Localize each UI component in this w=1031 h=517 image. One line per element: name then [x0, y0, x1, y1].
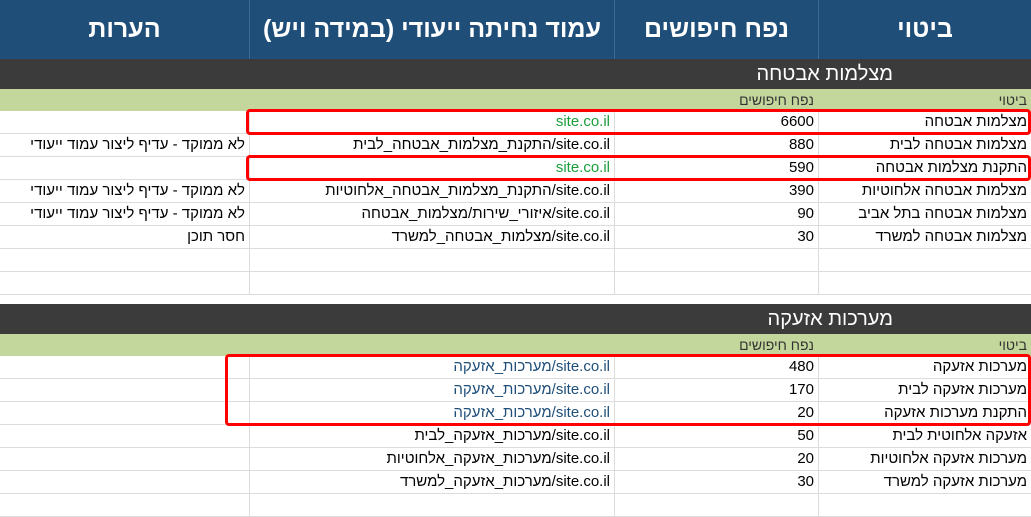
notes-cell[interactable]: לא ממוקד - עדיף ליצור עמוד ייעודי: [0, 180, 249, 202]
notes-cell[interactable]: [0, 402, 249, 424]
notes-cell[interactable]: [0, 249, 249, 271]
landing-page-cell[interactable]: site.co.il/איזורי_שירות/מצלמות_אבטחה: [249, 203, 614, 225]
notes-cell[interactable]: [0, 157, 249, 179]
volume-cell[interactable]: 30: [614, 226, 818, 248]
table-row: מערכות אזעקה לבית 170 site.co.il/מערכות_אז…: [0, 379, 1031, 402]
volume-cell[interactable]: 480: [614, 356, 818, 378]
phrase-cell[interactable]: מערכות אזעקה למשרד: [818, 471, 1031, 493]
section-header: מצלמות אבטחה: [0, 59, 1031, 89]
table-row: [0, 272, 1031, 295]
phrase-cell[interactable]: התקנת מצלמות אבטחה: [818, 157, 1031, 179]
volume-cell[interactable]: [614, 272, 818, 294]
notes-cell[interactable]: [0, 425, 249, 447]
section-title[interactable]: מצלמות אבטחה: [0, 59, 1031, 89]
volume-cell[interactable]: 6600: [614, 111, 818, 133]
table-row: מערכות אזעקה אלחוטיות 20 site.co.il/מערכות…: [0, 448, 1031, 471]
notes-cell[interactable]: [0, 494, 249, 516]
phrase-cell[interactable]: [818, 272, 1031, 294]
volume-cell[interactable]: 590: [614, 157, 818, 179]
volume-cell[interactable]: 30: [614, 471, 818, 493]
phrase-cell[interactable]: מערכות אזעקה אלחוטיות: [818, 448, 1031, 470]
landing-page-cell[interactable]: site.co.il: [249, 157, 614, 179]
table-row: מערכות אזעקה 480 site.co.il/מערכות_אזעקה: [0, 356, 1031, 379]
phrase-cell[interactable]: אזעקה אלחוטית לבית: [818, 425, 1031, 447]
table-row: מצלמות אבטחה בתל אביב 90 site.co.il/איזורי…: [0, 203, 1031, 226]
volume-cell[interactable]: [614, 494, 818, 516]
landing-page-cell[interactable]: site.co.il/מערכות_אזעקה_אלחוטיות: [249, 448, 614, 470]
phrase-cell[interactable]: [818, 249, 1031, 271]
notes-cell[interactable]: [0, 272, 249, 294]
sub-header-volume[interactable]: נפח חיפושים: [614, 89, 818, 111]
phrase-cell[interactable]: מצלמות אבטחה אלחוטיות: [818, 180, 1031, 202]
table-row: אזעקה אלחוטית לבית 50 site.co.il/מערכות_אז…: [0, 425, 1031, 448]
sub-header-volume[interactable]: נפח חיפושים: [614, 334, 818, 356]
phrase-cell[interactable]: מצלמות אבטחה: [818, 111, 1031, 133]
header-search-volume[interactable]: נפח חיפושים: [614, 0, 818, 59]
table-row: התקנת מצלמות אבטחה 590 site.co.il: [0, 157, 1031, 180]
landing-page-cell[interactable]: site.co.il/מערכות_אזעקה: [249, 402, 614, 424]
volume-cell[interactable]: 20: [614, 402, 818, 424]
volume-cell[interactable]: 50: [614, 425, 818, 447]
notes-cell[interactable]: [0, 111, 249, 133]
landing-page-cell[interactable]: site.co.il/מצלמות_אבטחה_למשרד: [249, 226, 614, 248]
header-phrase[interactable]: ביטוי: [818, 0, 1031, 59]
landing-page-cell[interactable]: [249, 494, 614, 516]
table-row: מצלמות אבטחה אלחוטיות 390 site.co.il/התקנת…: [0, 180, 1031, 203]
sub-header-phrase[interactable]: ביטוי: [818, 89, 1031, 111]
volume-cell[interactable]: 390: [614, 180, 818, 202]
header-notes[interactable]: הערות: [0, 0, 249, 59]
table-row: מערכות אזעקה למשרד 30 site.co.il/מערכות_אז…: [0, 471, 1031, 494]
volume-cell[interactable]: 20: [614, 448, 818, 470]
volume-cell[interactable]: 170: [614, 379, 818, 401]
notes-cell[interactable]: [0, 448, 249, 470]
phrase-cell[interactable]: מצלמות אבטחה לבית: [818, 134, 1031, 156]
table-row: מצלמות אבטחה 6600 site.co.il: [0, 111, 1031, 134]
phrase-cell[interactable]: מצלמות אבטחה למשרד: [818, 226, 1031, 248]
volume-cell[interactable]: 880: [614, 134, 818, 156]
sub-header-row: ביטוי נפח חיפושים: [0, 334, 1031, 356]
table-row: מצלמות אבטחה לבית 880 site.co.il/התקנת_מצל…: [0, 134, 1031, 157]
header-landing-page[interactable]: עמוד נחיתה ייעודי (במידה ויש): [249, 0, 614, 59]
section-header: מערכות אזעקה: [0, 304, 1031, 334]
notes-cell[interactable]: [0, 379, 249, 401]
notes-cell[interactable]: לא ממוקד - עדיף ליצור עמוד ייעודי: [0, 134, 249, 156]
notes-cell[interactable]: [0, 471, 249, 493]
phrase-cell[interactable]: [818, 494, 1031, 516]
volume-cell[interactable]: [614, 249, 818, 271]
volume-cell[interactable]: 90: [614, 203, 818, 225]
landing-page-cell[interactable]: site.co.il/התקנת_מצלמות_אבטחה_אלחוטיות: [249, 180, 614, 202]
phrase-cell[interactable]: התקנת מערכות אזעקה: [818, 402, 1031, 424]
notes-cell[interactable]: חסר תוכן: [0, 226, 249, 248]
table-row: מצלמות אבטחה למשרד 30 site.co.il/מצלמות_אב…: [0, 226, 1031, 249]
sub-header-phrase[interactable]: ביטוי: [818, 334, 1031, 356]
section-title[interactable]: מערכות אזעקה: [0, 304, 1031, 334]
landing-page-cell[interactable]: site.co.il/התקנת_מצלמות_אבטחה_לבית: [249, 134, 614, 156]
table-row: [0, 494, 1031, 517]
landing-page-cell[interactable]: site.co.il/מערכות_אזעקה: [249, 379, 614, 401]
landing-page-cell[interactable]: site.co.il/מערכות_אזעקה: [249, 356, 614, 378]
sub-header-row: ביטוי נפח חיפושים: [0, 89, 1031, 111]
column-header-row: ביטוי נפח חיפושים עמוד נחיתה ייעודי (במי…: [0, 0, 1031, 59]
table-row: [0, 249, 1031, 272]
landing-page-cell[interactable]: [249, 272, 614, 294]
notes-cell[interactable]: [0, 356, 249, 378]
landing-page-cell[interactable]: site.co.il: [249, 111, 614, 133]
landing-page-cell[interactable]: site.co.il/מערכות_אזעקה_לבית: [249, 425, 614, 447]
phrase-cell[interactable]: מערכות אזעקה: [818, 356, 1031, 378]
landing-page-cell[interactable]: [249, 249, 614, 271]
table-row: התקנת מערכות אזעקה 20 site.co.il/מערכות_אז…: [0, 402, 1031, 425]
spreadsheet: ביטוי נפח חיפושים עמוד נחיתה ייעודי (במי…: [0, 0, 1031, 517]
landing-page-cell[interactable]: site.co.il/מערכות_אזעקה_למשרד: [249, 471, 614, 493]
phrase-cell[interactable]: מערכות אזעקה לבית: [818, 379, 1031, 401]
notes-cell[interactable]: לא ממוקד - עדיף ליצור עמוד ייעודי: [0, 203, 249, 225]
phrase-cell[interactable]: מצלמות אבטחה בתל אביב: [818, 203, 1031, 225]
